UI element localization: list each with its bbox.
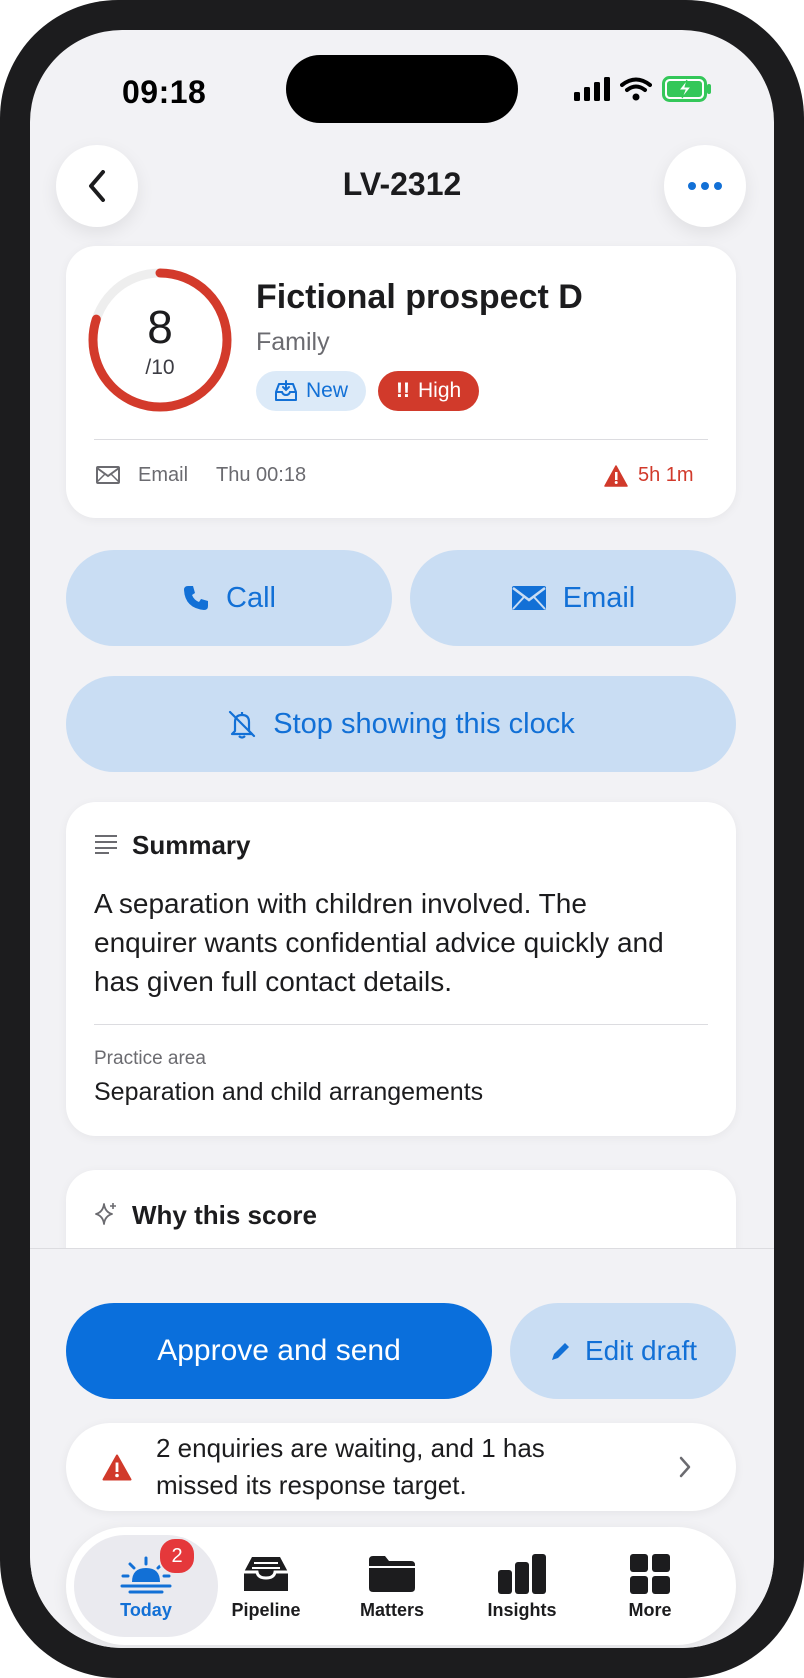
tab-insights[interactable]: Insights: [454, 1535, 590, 1635]
summary-card: Summary A separation with children invol…: [66, 802, 736, 1136]
more-options-button[interactable]: [664, 145, 746, 227]
channel-label: Email: [138, 464, 189, 486]
envelope-icon: [96, 466, 120, 484]
page-title: LV-2312: [342, 166, 462, 202]
tab-matters[interactable]: Matters: [324, 1535, 460, 1635]
tab-bar: Today 2 Pipeline Matters Insights More: [66, 1527, 736, 1645]
tab-more-label: More: [628, 1600, 672, 1620]
tab-pipeline-label: Pipeline: [231, 1600, 301, 1620]
summary-text: A separation with children involved. The…: [94, 888, 664, 997]
badge-new-label: New: [306, 379, 349, 402]
today-notification-badge: 2: [158, 1537, 196, 1575]
screen: 09:18 LV-2312 8 /10 Fictional prospect D…: [30, 30, 774, 1648]
priority-badge-high: !! High: [378, 371, 480, 411]
tab-more[interactable]: More: [582, 1535, 718, 1635]
approve-send-label: Approve and send: [157, 1334, 401, 1367]
score-ring: 8 /10: [86, 266, 234, 414]
waiting-alert-banner[interactable]: 2 enquiries are waiting, and 1 has misse…: [66, 1423, 736, 1511]
double-exclamation-icon: !!: [396, 379, 411, 402]
cellular-signal-icon: [574, 77, 610, 101]
received-time: Thu 00:18: [216, 464, 307, 486]
battery-charging-icon: [662, 76, 711, 102]
stop-clock-button[interactable]: Stop showing this clock: [66, 676, 736, 772]
grid-icon: [630, 1554, 670, 1594]
tab-pipeline[interactable]: Pipeline: [198, 1535, 334, 1635]
why-score-heading: Why this score: [132, 1200, 317, 1230]
status-icons: [574, 76, 712, 102]
chevron-right-icon: [679, 1456, 691, 1478]
inbox-tray-icon: [275, 380, 297, 401]
text-lines-icon: [95, 835, 117, 854]
response-timer: 5h 1m: [638, 464, 694, 486]
wifi-icon: [620, 77, 652, 101]
summary-heading: Summary: [132, 830, 251, 860]
pencil-icon: [551, 1343, 569, 1360]
card-divider: [94, 439, 708, 440]
stop-clock-label: Stop showing this clock: [273, 707, 575, 740]
email-label: Email: [562, 581, 636, 614]
sparkles-icon: [95, 1203, 116, 1225]
phone-frame: 09:18 LV-2312 8 /10 Fictional prospect D…: [0, 0, 804, 1678]
tab-today-label: Today: [120, 1600, 172, 1620]
status-time: 09:18: [122, 74, 207, 110]
bell-slash-icon: [229, 710, 256, 739]
ellipsis-icon: [688, 182, 722, 190]
warning-triangle-icon: [604, 465, 628, 487]
bottom-action-panel: Approve and send Edit draft 2 enquiries …: [30, 1248, 774, 1648]
prospect-name: Fictional prospect D: [256, 278, 583, 316]
folder-icon: [369, 1556, 415, 1592]
dynamic-island: [286, 55, 518, 123]
email-button[interactable]: Email: [410, 550, 736, 646]
score-max: /10: [145, 356, 175, 379]
practice-category: Family: [256, 328, 330, 356]
tray-icon: [244, 1557, 288, 1591]
status-badge-new: New: [256, 371, 367, 411]
tab-matters-label: Matters: [359, 1600, 425, 1620]
practice-area-value: Separation and child arrangements: [94, 1078, 484, 1106]
call-button[interactable]: Call: [66, 550, 392, 646]
practice-area-label: Practice area: [94, 1048, 206, 1069]
bar-chart-icon: [498, 1554, 546, 1594]
tab-insights-label: Insights: [487, 1600, 557, 1620]
envelope-filled-icon: [511, 586, 546, 610]
score-value: 8: [147, 301, 173, 353]
phone-icon: [184, 586, 209, 610]
approve-send-button[interactable]: Approve and send: [66, 1303, 492, 1399]
warning-triangle-icon: [102, 1454, 132, 1481]
waiting-alert-text: 2 enquiries are waiting, and 1 has misse…: [156, 1433, 545, 1500]
badge-row: New !! High: [256, 371, 480, 411]
badge-high-label: High: [418, 379, 462, 402]
edit-draft-label: Edit draft: [584, 1335, 698, 1366]
summary-divider: [94, 1024, 708, 1025]
edit-draft-button[interactable]: Edit draft: [510, 1303, 736, 1399]
lead-card: 8 /10 Fictional prospect D Family New !!…: [66, 246, 736, 518]
call-label: Call: [226, 581, 276, 614]
